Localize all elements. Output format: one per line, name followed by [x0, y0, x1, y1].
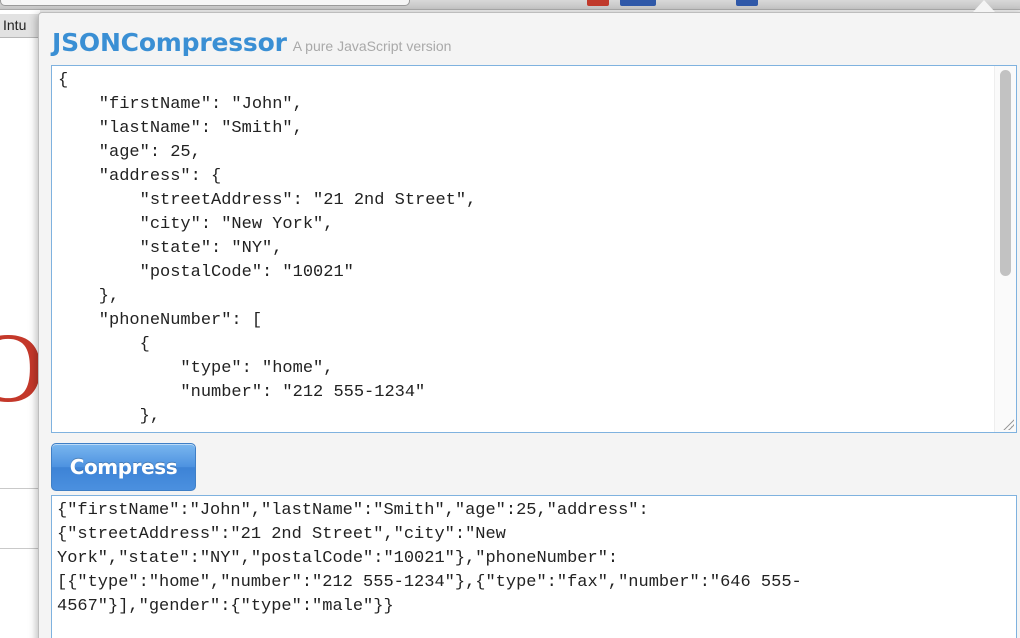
- compress-button[interactable]: Compress: [51, 443, 196, 491]
- json-output-textarea[interactable]: {"firstName":"John","lastName":"Smith","…: [51, 495, 1017, 638]
- input-scrollbar-thumb[interactable]: [1000, 70, 1011, 276]
- background-divider: [0, 488, 40, 489]
- background-divider: [0, 548, 40, 549]
- browser-address-bar[interactable]: [0, 0, 410, 6]
- json-input-content[interactable]: { "firstName": "John", "lastName": "Smit…: [58, 69, 988, 429]
- input-scrollbar[interactable]: [994, 66, 1016, 432]
- extension-icon[interactable]: [620, 0, 656, 6]
- resize-grip-icon[interactable]: [1002, 418, 1014, 430]
- popup-pointer-arrow: [973, 0, 995, 12]
- app-title: JSONCompressor: [52, 28, 287, 57]
- background-tab-label: Intu: [3, 17, 27, 33]
- json-input-textarea[interactable]: { "firstName": "John", "lastName": "Smit…: [51, 65, 1017, 433]
- json-output-content[interactable]: {"firstName":"John","lastName":"Smith","…: [57, 499, 1003, 619]
- popup-header: JSONCompressor A pure JavaScript version: [52, 28, 451, 64]
- extension-icon[interactable]: [736, 0, 758, 6]
- app-subtitle: A pure JavaScript version: [292, 38, 452, 54]
- extension-icon[interactable]: [587, 0, 609, 6]
- background-tab[interactable]: Intu: [0, 14, 40, 38]
